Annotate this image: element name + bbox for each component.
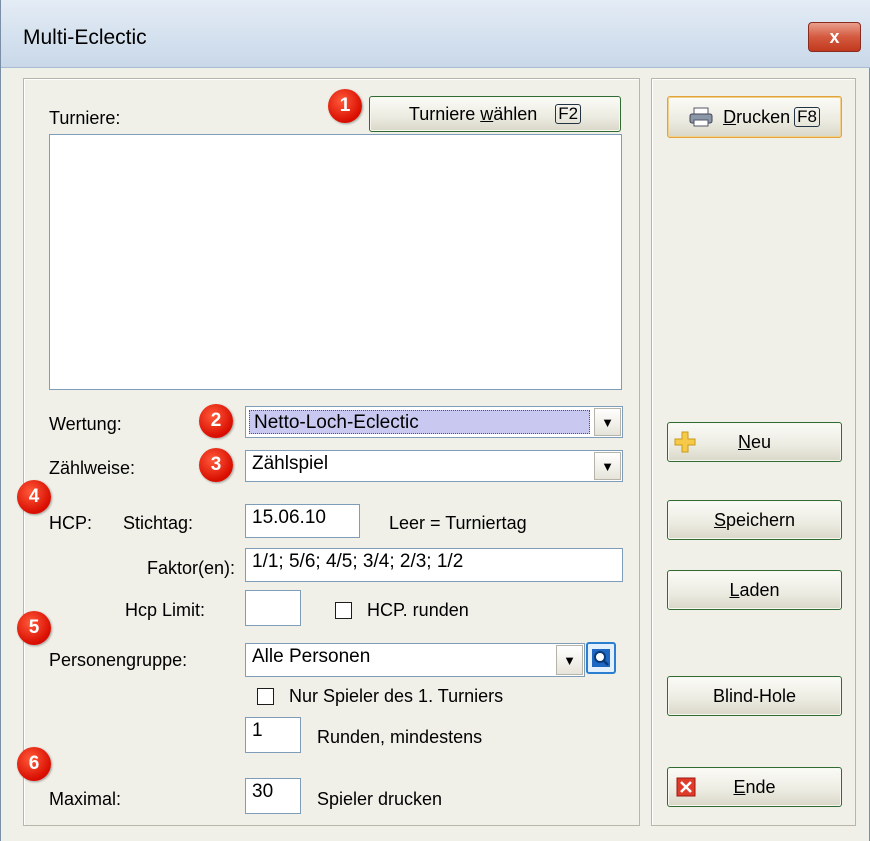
ende-accel: E <box>733 776 746 797</box>
turniere-label: Turniere: <box>49 108 121 128</box>
personengruppe-value: Alle Personen <box>252 646 371 667</box>
hcp-runden-checkbox[interactable] <box>335 602 352 619</box>
hcp-limit-label: Hcp Limit: <box>125 600 206 620</box>
turniere-listbox[interactable] <box>49 134 622 390</box>
close-button[interactable]: x <box>808 22 861 52</box>
turniere-waehlen-button[interactable]: Turniere w ählen F2 <box>369 96 621 132</box>
zaehlweise-value: Zählspiel <box>252 453 329 474</box>
close-icon: x <box>829 26 840 47</box>
maximal-suffix: Spieler drucken <box>317 789 443 809</box>
neu-button[interactable]: Neu <box>667 422 842 462</box>
title-bar: Multi-Eclectic x <box>1 0 870 68</box>
runden-input[interactable]: 1 <box>245 717 301 753</box>
blind-hole-button[interactable]: Blind-Hole <box>667 676 842 716</box>
speichern-button[interactable]: Speichern <box>667 500 842 540</box>
neu-label: eu <box>750 431 772 452</box>
laden-button[interactable]: Laden <box>667 570 842 610</box>
badge-5: 5 <box>17 611 51 645</box>
speichern-label: peichern <box>725 509 796 530</box>
personengruppe-select[interactable]: Alle Personen ▼ <box>245 643 585 677</box>
badge-4: 4 <box>17 480 51 514</box>
zaehlweise-select[interactable]: Zählspiel ▼ <box>245 450 623 482</box>
runden-label: Runden, mindestens <box>317 727 483 747</box>
drucken-button[interactable]: Drucken F8 <box>667 96 842 138</box>
personengruppe-lookup-button[interactable] <box>586 642 616 674</box>
drucken-accel: D <box>723 106 737 127</box>
badge-3: 3 <box>199 448 233 482</box>
hcp-runden-label[interactable]: HCP. runden <box>367 600 469 621</box>
chevron-down-icon[interactable]: ▼ <box>594 408 621 436</box>
stichtag-label: Stichtag: <box>123 513 194 533</box>
ende-button[interactable]: Ende <box>667 767 842 807</box>
faktor-input[interactable]: 1/1; 5/6; 4/5; 3/4; 2/3; 1/2 <box>245 548 623 582</box>
printer-icon <box>689 107 713 127</box>
client-area: Turniere: Turniere w ählen F2 1 Wertung: … <box>11 70 861 841</box>
window-title: Multi-Eclectic <box>23 26 147 49</box>
shortcut-f8: F8 <box>794 107 820 127</box>
nur-spieler-checkbox[interactable] <box>257 688 274 705</box>
personengruppe-label: Personengruppe: <box>49 650 188 670</box>
plus-icon <box>674 431 696 453</box>
laden-label: aden <box>739 579 780 600</box>
stichtag-input[interactable]: 15.06.10 <box>245 504 360 538</box>
stichtag-hint: Leer = Turniertag <box>389 513 527 533</box>
drucken-label: rucken <box>736 106 791 127</box>
maximal-label: Maximal: <box>49 789 122 809</box>
maximal-input[interactable]: 30 <box>245 778 301 814</box>
hcp-limit-input[interactable] <box>245 590 301 626</box>
zaehlweise-label: Zählweise: <box>49 458 136 478</box>
chevron-down-icon[interactable]: ▼ <box>556 645 583 675</box>
search-icon <box>592 649 610 667</box>
wertung-select[interactable]: Netto-Loch-Eclectic ▼ <box>245 406 623 438</box>
wertung-selected-value: Netto-Loch-Eclectic <box>249 410 590 434</box>
dialog-window: Multi-Eclectic x Turniere: Turniere w ähl… <box>0 0 870 841</box>
turniere-waehlen-post: ählen <box>493 103 538 124</box>
neu-accel: N <box>737 431 751 452</box>
chevron-down-icon[interactable]: ▼ <box>594 452 621 480</box>
speichern-accel: S <box>713 509 726 530</box>
hcp-label: HCP: <box>49 513 93 533</box>
exit-icon <box>676 777 696 797</box>
turniere-waehlen-accel: w <box>480 103 494 124</box>
badge-6: 6 <box>17 747 51 781</box>
badge-2: 2 <box>199 404 233 438</box>
badge-1: 1 <box>328 89 362 123</box>
nur-spieler-label[interactable]: Nur Spieler des 1. Turniers <box>289 686 503 707</box>
turniere-waehlen-pre: Turniere <box>408 103 481 124</box>
shortcut-f2: F2 <box>555 104 582 124</box>
wertung-label: Wertung: <box>49 414 122 434</box>
faktor-label: Faktor(en): <box>147 558 236 578</box>
laden-accel: L <box>729 579 740 600</box>
ende-label: nde <box>745 776 776 797</box>
